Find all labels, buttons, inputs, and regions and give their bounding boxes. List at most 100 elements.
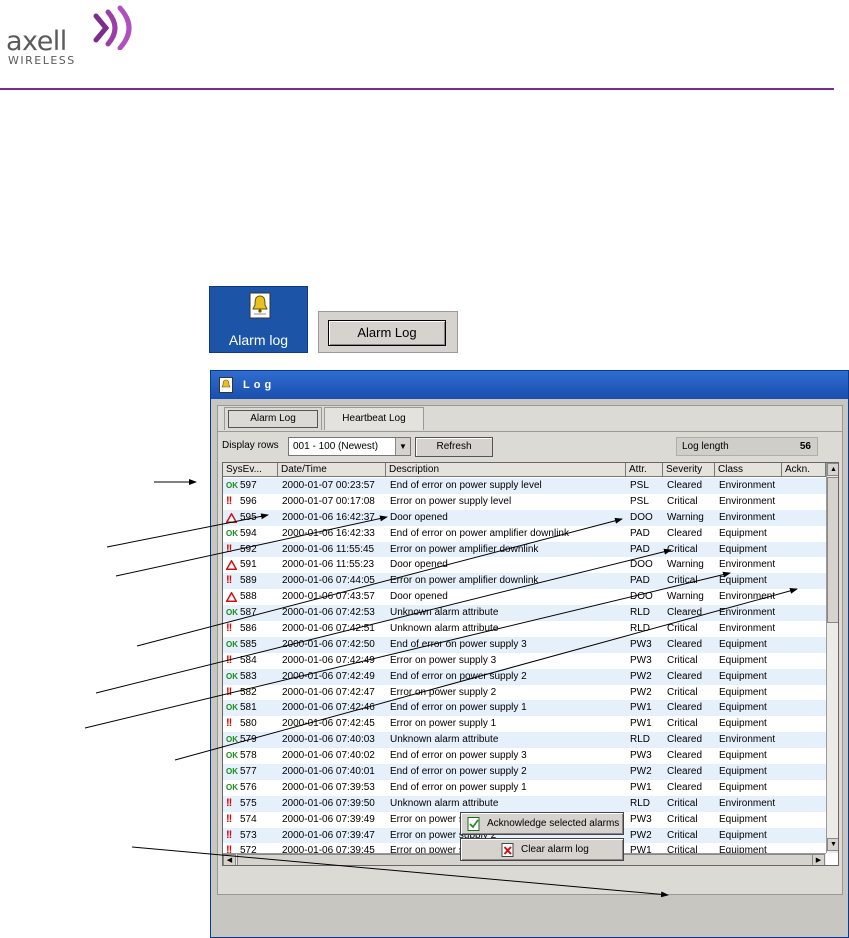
cell-severity: Cleared <box>667 607 703 619</box>
clear-button-label: Clear alarm log <box>521 844 589 855</box>
event-id: 584 <box>240 654 257 666</box>
alarm-log-toolbar-button[interactable]: Alarm log <box>209 286 308 353</box>
display-rows-select[interactable]: 001 - 100 (Newest) ▼ <box>288 437 411 456</box>
scroll-up-icon[interactable]: ▲ <box>827 463 838 476</box>
column-header-severity[interactable]: Severity <box>663 463 715 477</box>
acknowledge-button-label: Acknowledge selected alarms <box>487 818 620 829</box>
table-body: OK 597 2000-01-07 00:23:57 End of error on … <box>223 478 826 859</box>
log-window: Log Alarm Log Heartbeat Log Display rows… <box>210 370 849 938</box>
table-row[interactable]: 591 2000-01-06 11:55:23 Door opened DOO Warn… <box>223 557 826 573</box>
clear-alarm-log-button[interactable]: Clear alarm log <box>460 838 624 861</box>
table-row[interactable]: OK 585 2000-01-06 07:42:50 End of error on … <box>223 636 826 653</box>
table-row[interactable]: !! 592 2000-01-06 11:55:45 Error on power a… <box>223 541 826 558</box>
table-row[interactable]: !! 575 2000-01-06 07:39:50 Unknown alarm at… <box>223 795 826 812</box>
cell-acknowledged <box>782 780 826 796</box>
cell-attribute: PAD <box>630 527 650 539</box>
tab-heartbeat-log[interactable]: Heartbeat Log <box>324 407 424 430</box>
critical-alarm-icon: !! <box>226 812 232 825</box>
cell-datetime: 2000-01-06 07:40:02 <box>282 750 375 762</box>
log-window-titlebar[interactable]: Log <box>211 371 848 399</box>
cell-description: End of error on power supply 1 <box>390 781 527 793</box>
ok-status-icon: OK <box>226 751 238 761</box>
scroll-right-icon[interactable]: ▶ <box>812 854 825 865</box>
column-header-datetime[interactable]: Date/Time <box>278 463 386 477</box>
cell-datetime: 2000-01-06 07:39:50 <box>282 797 375 809</box>
table-row[interactable]: OK 597 2000-01-07 00:23:57 End of error on … <box>223 478 826 494</box>
cell-class: Equipment <box>719 527 767 539</box>
ok-status-icon: OK <box>226 703 238 713</box>
chevron-down-icon[interactable]: ▼ <box>395 438 410 455</box>
table-row[interactable]: OK 577 2000-01-06 07:40:01 End of error on … <box>223 764 826 780</box>
table-row[interactable]: OK 579 2000-01-06 07:40:03 Unknown alarm at… <box>223 732 826 749</box>
cell-acknowledged <box>782 621 826 637</box>
table-row[interactable]: OK 594 2000-01-06 16:42:33 End of error on … <box>223 526 826 542</box>
event-id: 580 <box>240 718 257 730</box>
cell-acknowledged <box>782 764 826 780</box>
cell-attribute: PW2 <box>630 670 652 682</box>
acknowledge-selected-alarms-button[interactable]: Acknowledge selected alarms <box>460 812 624 835</box>
column-header-attribute[interactable]: Attr. <box>626 463 663 477</box>
cell-acknowledged <box>782 557 826 573</box>
vertical-scroll-thumb[interactable] <box>827 477 838 623</box>
table-row[interactable]: OK 581 2000-01-06 07:42:46 End of error on … <box>223 700 826 717</box>
column-header-acknowledged[interactable]: Ackn. <box>782 463 826 477</box>
cell-class: Equipment <box>719 702 767 714</box>
table-row[interactable]: !! 596 2000-01-07 00:17:08 Error on power s… <box>223 494 826 510</box>
table-row[interactable]: !! 580 2000-01-06 07:42:45 Error on power s… <box>223 716 826 732</box>
table-row[interactable]: 595 2000-01-06 16:42:37 Door opened DOO Warn… <box>223 509 826 526</box>
table-row[interactable]: OK 587 2000-01-06 07:42:53 Unknown alarm at… <box>223 605 826 622</box>
cell-acknowledged <box>782 732 826 748</box>
cell-attribute: PW3 <box>630 638 652 650</box>
clear-log-icon <box>501 842 514 857</box>
table-row[interactable]: !! 589 2000-01-06 07:44:05 Error on power a… <box>223 573 826 590</box>
bell-icon <box>249 292 271 319</box>
cell-class: Equipment <box>719 750 767 762</box>
alarm-log-tab-preview[interactable]: Alarm Log <box>318 311 458 353</box>
table-row[interactable]: OK 576 2000-01-06 07:39:53 End of error on … <box>223 780 826 796</box>
critical-alarm-icon: !! <box>226 622 232 635</box>
cell-attribute: PSL <box>630 495 649 507</box>
column-header-sysevent[interactable]: SysEv... <box>223 463 278 477</box>
event-id: 585 <box>240 638 257 650</box>
axell-logo-mark-icon <box>93 5 132 50</box>
table-row[interactable]: OK 578 2000-01-06 07:40:02 End of error on … <box>223 748 826 764</box>
tab-alarm-log[interactable]: Alarm Log <box>224 407 322 430</box>
cell-acknowledged <box>782 828 826 844</box>
cell-severity: Cleared <box>667 638 703 650</box>
column-header-description[interactable]: Description <box>386 463 626 477</box>
cell-sysevent: !! 596 <box>223 494 278 510</box>
vertical-scrollbar[interactable]: ▲ ▼ <box>826 463 838 853</box>
refresh-button[interactable]: Refresh <box>415 437 493 457</box>
event-id: 587 <box>240 607 257 619</box>
critical-alarm-icon: !! <box>226 574 232 587</box>
cell-datetime: 2000-01-07 00:17:08 <box>282 495 375 507</box>
cell-severity: Cleared <box>667 766 703 778</box>
cell-severity: Cleared <box>667 527 703 539</box>
table-row[interactable]: !! 582 2000-01-06 07:42:47 Error on power s… <box>223 685 826 701</box>
cell-acknowledged <box>782 653 826 669</box>
event-id: 573 <box>240 829 257 841</box>
table-row[interactable]: 588 2000-01-06 07:43:57 Door opened DOO Warn… <box>223 589 826 605</box>
cell-class: Equipment <box>719 686 767 698</box>
table-row[interactable]: !! 586 2000-01-06 07:42:51 Unknown alarm at… <box>223 621 826 637</box>
cell-acknowledged <box>782 685 826 701</box>
cell-acknowledged <box>782 748 826 764</box>
column-header-class[interactable]: Class <box>715 463 782 477</box>
cell-class: Equipment <box>719 654 767 666</box>
cell-datetime: 2000-01-06 07:43:57 <box>282 591 375 603</box>
alarm-log-button-label: Alarm log <box>228 332 289 348</box>
cell-datetime: 2000-01-06 07:42:51 <box>282 623 375 635</box>
cell-description: Door opened <box>390 591 448 603</box>
table-row[interactable]: !! 584 2000-01-06 07:42:49 Error on power s… <box>223 653 826 669</box>
table-row[interactable]: OK 583 2000-01-06 07:42:49 End of error on … <box>223 668 826 685</box>
cell-class: Equipment <box>719 766 767 778</box>
event-id: 595 <box>240 511 257 523</box>
cell-class: Equipment <box>719 670 767 682</box>
scroll-left-icon[interactable]: ◀ <box>223 854 236 865</box>
ok-status-icon: OK <box>226 767 238 777</box>
cell-sysevent: !! 586 <box>223 621 278 637</box>
scroll-down-icon[interactable]: ▼ <box>827 838 838 851</box>
log-window-title: Log <box>243 379 276 391</box>
event-id: 577 <box>240 766 257 778</box>
cell-sysevent: !! 573 <box>223 828 278 844</box>
